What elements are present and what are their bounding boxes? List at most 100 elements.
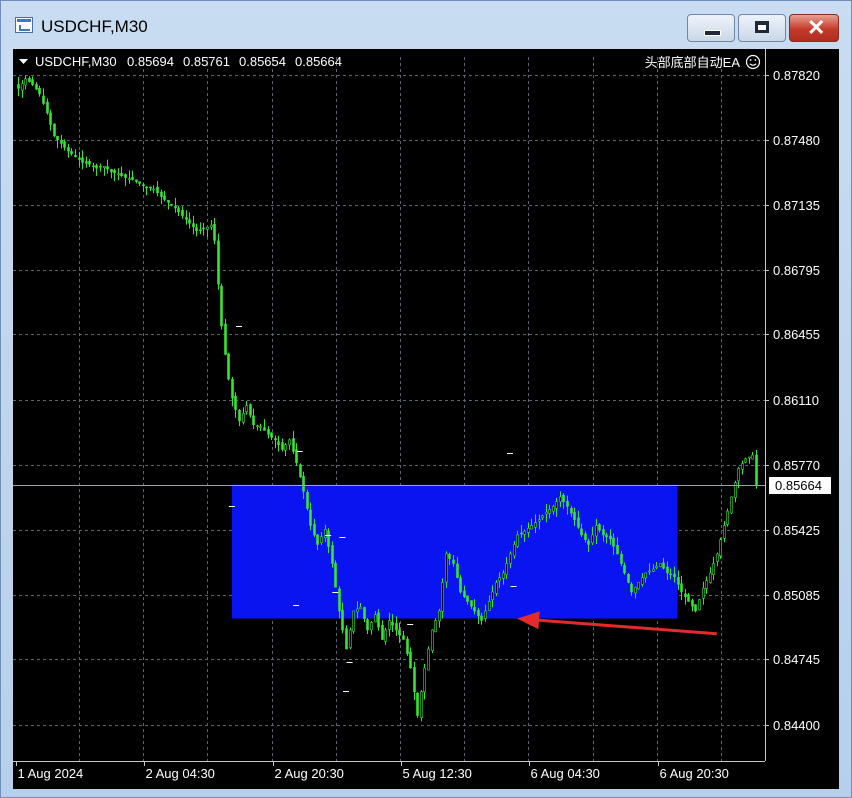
candle-body — [627, 573, 630, 583]
price-tick-label: 0.86455 — [773, 327, 820, 342]
candle-body — [726, 510, 729, 525]
candle-body — [388, 620, 391, 630]
candle-body — [655, 566, 658, 568]
candle-body — [267, 429, 270, 435]
candle-body — [719, 539, 722, 557]
candle-body — [38, 88, 41, 95]
maximize-button[interactable] — [738, 14, 786, 42]
candle-body — [534, 522, 537, 528]
candle-body — [170, 204, 173, 206]
candle-body — [210, 224, 213, 228]
candle-body — [498, 577, 501, 582]
candle-body — [234, 396, 237, 410]
candle-body — [56, 135, 59, 140]
candle-body — [110, 169, 113, 173]
candle-body — [748, 456, 751, 459]
candle-body — [587, 540, 590, 545]
candle-body — [31, 79, 34, 85]
candle-body — [755, 454, 758, 486]
candle-body — [723, 525, 726, 539]
candle-body — [712, 563, 715, 576]
chart-menu-triangle-icon[interactable] — [19, 59, 28, 64]
candle-body — [288, 439, 291, 446]
candle-body — [395, 623, 398, 631]
ohlc-low: 0.85654 — [239, 54, 286, 69]
candle-body — [473, 607, 476, 612]
candle-body — [416, 692, 419, 716]
candle-body — [523, 530, 526, 535]
current-price-label: 0.85664 — [775, 478, 822, 493]
title-bar[interactable]: USDCHF,M30 ✕ — [1, 1, 851, 47]
candle-body — [431, 629, 434, 652]
time-tick-label: 6 Aug 04:30 — [531, 766, 600, 781]
candle-body — [413, 667, 416, 693]
price-tick-label: 0.87820 — [773, 68, 820, 83]
candle-body — [573, 511, 576, 521]
candle-body — [313, 524, 316, 536]
candle-body — [316, 534, 319, 545]
candle-body — [263, 427, 266, 431]
candle-body — [277, 441, 280, 445]
candle-body — [302, 475, 305, 492]
candle-body — [463, 590, 466, 598]
candle-body — [634, 586, 637, 594]
minimize-button[interactable] — [687, 14, 735, 42]
candle-body — [527, 527, 530, 533]
candle-body — [709, 572, 712, 583]
candle-body — [60, 139, 63, 144]
candle-body — [620, 553, 623, 564]
candle-body — [17, 84, 20, 89]
candle-body — [128, 178, 131, 180]
candle-body — [238, 409, 241, 422]
candle-body — [406, 638, 409, 655]
candle-body — [691, 600, 694, 607]
time-tick-label: 5 Aug 12:30 — [403, 766, 472, 781]
candle-body — [81, 157, 84, 163]
candle-body — [644, 572, 647, 579]
time-axis[interactable]: 1 Aug 2024 2 Aug 04:30 2 Aug 20:30 5 Aug 12… — [16, 761, 729, 781]
candle-body — [374, 614, 377, 623]
price-tick-label: 0.86795 — [773, 263, 820, 278]
candle-body — [124, 174, 127, 178]
candle-body — [477, 609, 480, 617]
candle-body — [427, 648, 430, 671]
candle-body — [327, 530, 330, 547]
buy-zone-rectangle[interactable] — [231, 484, 678, 619]
price-chart[interactable]: USDCHF,M30 0.85694 0.85761 0.85654 0.856… — [13, 49, 839, 789]
candle-body — [466, 595, 469, 602]
candle-body — [456, 563, 459, 579]
candle-body — [648, 570, 651, 573]
time-tick-label: 2 Aug 04:30 — [146, 766, 215, 781]
smiley-icon[interactable] — [745, 54, 761, 70]
candle-body — [680, 583, 683, 593]
candle-body — [206, 226, 209, 230]
candle-body — [530, 525, 533, 530]
candle-body — [491, 591, 494, 600]
candle-body — [398, 629, 401, 636]
candle-body — [299, 464, 302, 478]
candle-body — [252, 415, 255, 426]
candle-body — [662, 562, 665, 569]
chart-symbol: USDCHF,M30 — [35, 54, 117, 69]
candle-body — [598, 524, 601, 531]
candle-body — [737, 468, 740, 482]
candle-body — [730, 496, 733, 514]
chart-header: USDCHF,M30 0.85694 0.85761 0.85654 0.856… — [19, 54, 761, 70]
candle-body — [502, 572, 505, 579]
candle-body — [356, 608, 359, 613]
close-button[interactable]: ✕ — [789, 14, 839, 42]
candle-body — [459, 577, 462, 593]
candle-body — [324, 528, 327, 539]
chart-area[interactable]: USDCHF,M30 0.85694 0.85761 0.85654 0.856… — [13, 49, 839, 789]
candle-body — [381, 624, 384, 640]
candle-body — [509, 553, 512, 564]
candle-body — [609, 535, 612, 540]
candle-body — [341, 609, 344, 631]
candle-body — [242, 413, 245, 423]
candle-body — [516, 534, 519, 547]
candle-body — [716, 553, 719, 562]
candle-body — [103, 165, 106, 168]
candle-body — [185, 217, 188, 220]
candle-body — [309, 509, 312, 526]
price-axis[interactable]: 0.87820 0.87480 0.87135 0.86795 0.86455 0.861… — [765, 68, 820, 733]
